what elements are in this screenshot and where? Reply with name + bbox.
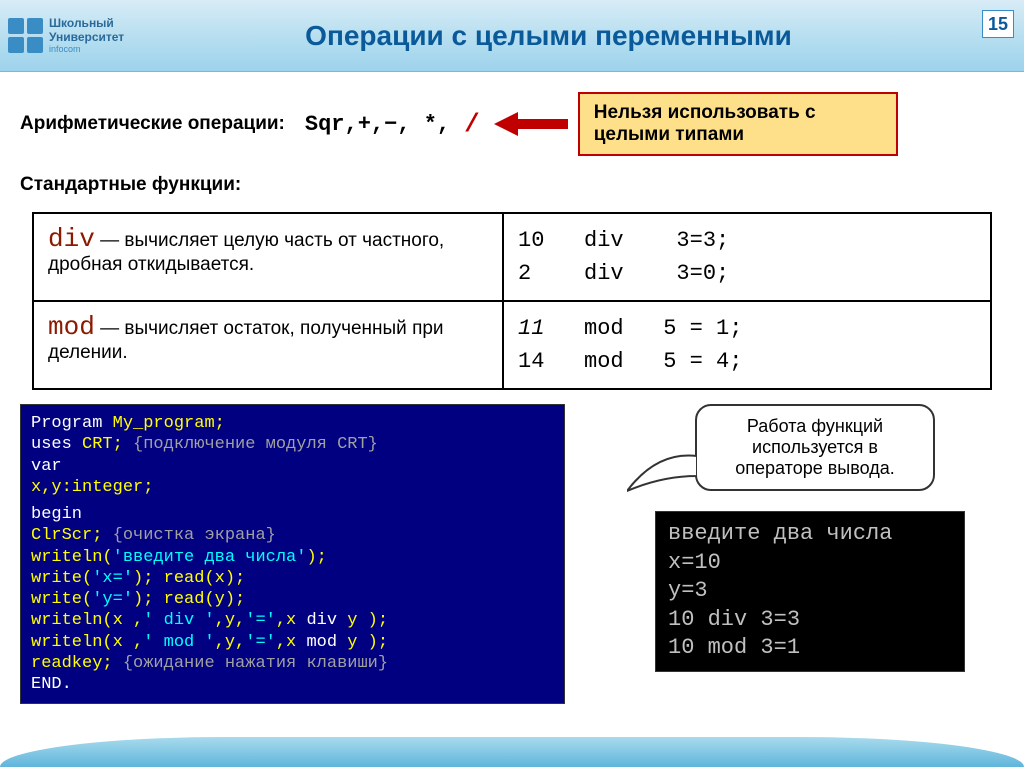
func-desc: — вычисляет целую часть от частного, дро…	[48, 230, 444, 275]
arith-line: Арифметические операции: Sqr,+,−, *, / Н…	[20, 92, 1004, 156]
callout-box: Нельзя использовать с целыми типами	[578, 92, 898, 156]
func-example: 10 div 3=3; 2 div 3=0;	[518, 224, 976, 290]
logo-sub: infocom	[49, 44, 124, 54]
logo-text-2: Университет	[49, 31, 124, 44]
logo-icon	[8, 18, 43, 53]
table-row: div — вычисляет целую часть от частного,…	[33, 213, 991, 301]
std-func-label: Стандартные функции:	[20, 174, 1004, 196]
speech-text: Работа функций используется в операторе …	[735, 416, 894, 478]
code-block: Program My_program; uses CRT; {подключен…	[20, 404, 565, 704]
functions-table: div — вычисляет целую часть от частного,…	[32, 212, 992, 390]
func-name: mod	[48, 312, 95, 342]
arith-slash: /	[464, 109, 480, 139]
arrow-left-icon	[494, 112, 568, 136]
speech-tail-icon	[627, 446, 697, 496]
footer-decoration	[0, 737, 1024, 767]
speech-bubble: Работа функций используется в операторе …	[695, 404, 935, 491]
func-name: div	[48, 224, 95, 254]
console-output: введите два числа x=10 y=3 10 div 3=3 10…	[655, 511, 965, 672]
page-number: 15	[982, 10, 1014, 38]
logo-text-1: Школьный	[49, 17, 124, 30]
arith-ops: Sqr,+,−, *,	[305, 112, 450, 137]
arith-label: Арифметические операции:	[20, 113, 285, 135]
func-desc: — вычисляет остаток, полученный при деле…	[48, 318, 444, 363]
logo: Школьный Университет infocom	[8, 6, 153, 66]
slide-title: Операции с целыми переменными	[153, 20, 1024, 52]
table-row: mod — вычисляет остаток, полученный при …	[33, 301, 991, 389]
func-example: 11 mod 5 = 1; 14 mod 5 = 4;	[518, 312, 976, 378]
header: Школьный Университет infocom Операции с …	[0, 0, 1024, 72]
right-column: Работа функций используется в операторе …	[575, 404, 995, 672]
content: Арифметические операции: Sqr,+,−, *, / Н…	[0, 72, 1024, 390]
lower-area: Program My_program; uses CRT; {подключен…	[0, 404, 1024, 704]
